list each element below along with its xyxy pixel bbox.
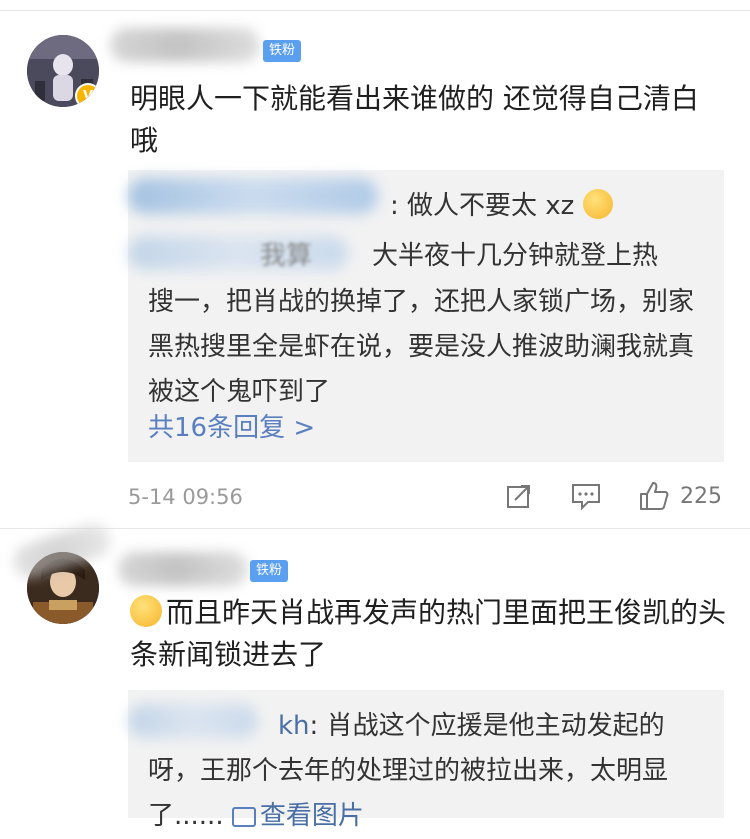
share-icon — [507, 485, 530, 508]
verified-v-icon: V — [75, 83, 99, 107]
reply-box[interactable]: kh: 肖战这个应援是他主动发起的呀，王那个去年的处理过的被拉出来，太明显了..… — [128, 690, 724, 831]
reply-text-1: : 做人不要太 xz — [390, 191, 575, 221]
thumbs-up-icon — [640, 482, 669, 510]
reply-box[interactable]: : 做人不要太 xz 我算 大半夜十几分钟就登上热 搜一，把肖战的换掉了，还把人… — [128, 170, 724, 462]
yum-emoji-icon — [130, 595, 162, 627]
reply-line-2-text: 大半夜十几分钟就登上热 — [372, 241, 659, 271]
fan-badge: 铁粉 — [250, 560, 289, 582]
reply-blur-fragment: 我算 — [260, 241, 313, 271]
reply-author-blurred[interactable] — [128, 178, 378, 214]
reply-text-rest: 搜一，把肖战的换掉了，还把人家锁广场，别家黑热搜里全是虾在说，要是没人推波助澜我… — [148, 287, 695, 407]
view-images-link[interactable]: 查看图片 — [231, 801, 364, 831]
comment-text: 而且昨天肖战再发声的热门里面把王俊凯的头条新闻锁进去了 — [130, 592, 730, 676]
username-blurred[interactable] — [110, 28, 260, 62]
image-icon — [231, 807, 256, 827]
reply-author-suffix[interactable]: kh — [278, 711, 310, 741]
reply-line-1: : 做人不要太 xz — [390, 184, 710, 229]
comment-item: 铁粉 而且昨天肖战再发声的热门里面把王俊凯的头条新闻锁进去了 kh: 肖战这个应… — [0, 519, 750, 831]
reply-text-body: : 肖战这个应援是他主动发起的呀，王那个去年的处理过的被拉出来，太明显了....… — [148, 711, 669, 831]
comment-icon — [572, 484, 600, 510]
like-count: 225 — [680, 483, 722, 509]
fan-badge: 铁粉 — [263, 40, 302, 62]
view-images-label: 查看图片 — [259, 801, 364, 831]
comment-button[interactable] — [571, 482, 601, 510]
username-blurred-2[interactable] — [118, 552, 248, 586]
comment-divider — [0, 528, 750, 529]
avatar[interactable]: V — [27, 35, 99, 107]
comment-text-body: 而且昨天肖战再发声的热门里面把王俊凯的头条新闻锁进去了 — [130, 596, 727, 671]
like-button[interactable]: 225 — [638, 480, 722, 512]
share-button[interactable] — [505, 482, 533, 510]
timestamp: 5-14 09:56 — [128, 485, 243, 509]
reply-text: kh: 肖战这个应援是他主动发起的呀，王那个去年的处理过的被拉出来，太明显了..… — [148, 704, 710, 839]
comment-item: V 铁粉 明眼人一下就能看出来谁做的 还觉得自己清白哦 : 做人不要太 xz 我… — [0, 0, 750, 530]
more-replies-link[interactable]: 共16条回复 > — [148, 408, 315, 448]
hug-emoji-icon — [582, 189, 613, 219]
comment-text: 明眼人一下就能看出来谁做的 还觉得自己清白哦 — [130, 82, 699, 157]
